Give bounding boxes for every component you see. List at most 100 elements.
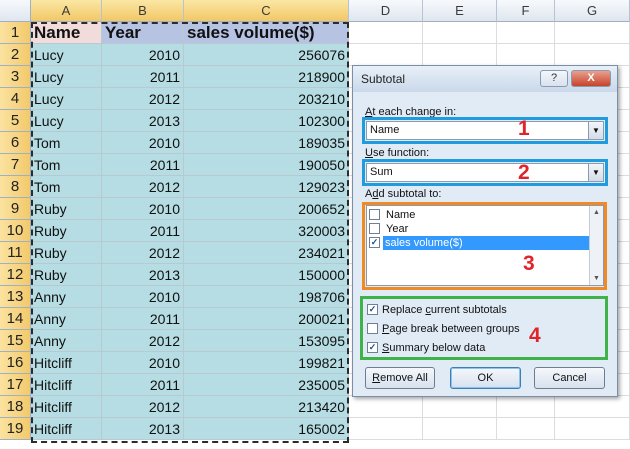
row-header[interactable]: 8 <box>0 176 31 198</box>
remove-all-button[interactable]: Remove All <box>365 367 435 389</box>
function-select[interactable]: Sum ▼ <box>366 163 604 182</box>
year-cell[interactable]: 2011 <box>102 374 184 396</box>
name-cell[interactable]: Lucy <box>31 110 102 132</box>
sales-cell[interactable]: 200652 <box>184 198 349 220</box>
sales-cell[interactable]: 150000 <box>184 264 349 286</box>
chevron-down-icon[interactable]: ▼ <box>588 164 603 181</box>
sales-cell[interactable]: 234021 <box>184 242 349 264</box>
checkbox[interactable] <box>369 223 380 234</box>
row-header[interactable]: 17 <box>0 374 31 396</box>
row-header[interactable]: 16 <box>0 352 31 374</box>
year-cell[interactable]: 2011 <box>102 154 184 176</box>
select-all-corner[interactable] <box>0 0 31 22</box>
year-cell[interactable]: 2013 <box>102 110 184 132</box>
sales-cell[interactable]: 213420 <box>184 396 349 418</box>
name-cell[interactable]: Lucy <box>31 66 102 88</box>
name-cell[interactable]: Anny <box>31 308 102 330</box>
empty-cell[interactable] <box>349 418 423 440</box>
year-cell[interactable]: 2010 <box>102 132 184 154</box>
checkbox-checked[interactable]: ✓ <box>369 237 380 248</box>
help-button[interactable]: ? <box>540 70 568 87</box>
column-header-b[interactable]: B <box>102 0 184 22</box>
empty-cell[interactable] <box>349 22 423 44</box>
name-cell[interactable]: Anny <box>31 330 102 352</box>
year-cell[interactable]: 2012 <box>102 176 184 198</box>
sales-cell[interactable]: 129023 <box>184 176 349 198</box>
list-scrollbar[interactable]: ▲ ▼ <box>589 206 603 285</box>
sales-cell[interactable]: 199821 <box>184 352 349 374</box>
empty-cell[interactable] <box>497 396 555 418</box>
name-cell[interactable]: Anny <box>31 286 102 308</box>
year-cell[interactable]: 2012 <box>102 396 184 418</box>
name-cell[interactable]: Hitcliff <box>31 374 102 396</box>
empty-cell[interactable] <box>349 44 423 66</box>
sales-cell[interactable]: 102300 <box>184 110 349 132</box>
header-cell-year[interactable]: Year <box>102 22 184 44</box>
year-cell[interactable]: 2013 <box>102 418 184 440</box>
name-cell[interactable]: Ruby <box>31 220 102 242</box>
year-cell[interactable]: 2010 <box>102 286 184 308</box>
checkbox[interactable] <box>367 323 378 334</box>
checkbox-checked[interactable]: ✓ <box>367 342 378 353</box>
row-header[interactable]: 9 <box>0 198 31 220</box>
scroll-down-icon[interactable]: ▼ <box>590 272 603 285</box>
row-header[interactable]: 7 <box>0 154 31 176</box>
sales-cell[interactable]: 190050 <box>184 154 349 176</box>
sales-cell[interactable]: 200021 <box>184 308 349 330</box>
row-header[interactable]: 19 <box>0 418 31 440</box>
sales-cell[interactable]: 320003 <box>184 220 349 242</box>
column-header-e[interactable]: E <box>423 0 497 22</box>
empty-cell[interactable] <box>423 396 497 418</box>
column-header-g[interactable]: G <box>555 0 630 22</box>
empty-cell[interactable] <box>497 418 555 440</box>
row-header[interactable]: 2 <box>0 44 31 66</box>
chevron-down-icon[interactable]: ▼ <box>588 122 603 139</box>
add-subtotal-list[interactable]: Name Year ✓ sales volume($) ▲ ▼ <box>366 205 604 286</box>
name-cell[interactable]: Lucy <box>31 88 102 110</box>
name-cell[interactable]: Ruby <box>31 198 102 220</box>
sales-cell[interactable]: 198706 <box>184 286 349 308</box>
name-cell[interactable]: Tom <box>31 176 102 198</box>
sales-cell[interactable]: 165002 <box>184 418 349 440</box>
year-cell[interactable]: 2012 <box>102 330 184 352</box>
year-cell[interactable]: 2013 <box>102 264 184 286</box>
change-field-select[interactable]: Name ▼ <box>366 121 604 140</box>
sales-cell[interactable]: 203210 <box>184 88 349 110</box>
row-header[interactable]: 6 <box>0 132 31 154</box>
row-header[interactable]: 5 <box>0 110 31 132</box>
year-cell[interactable]: 2010 <box>102 198 184 220</box>
column-header-c[interactable]: C <box>184 0 349 22</box>
row-header[interactable]: 11 <box>0 242 31 264</box>
row-header[interactable]: 15 <box>0 330 31 352</box>
scroll-up-icon[interactable]: ▲ <box>590 206 603 219</box>
empty-cell[interactable] <box>555 44 630 66</box>
empty-cell[interactable] <box>423 22 497 44</box>
checkbox-checked[interactable]: ✓ <box>367 304 378 315</box>
name-cell[interactable]: Tom <box>31 154 102 176</box>
sales-cell[interactable]: 235005 <box>184 374 349 396</box>
empty-cell[interactable] <box>555 418 630 440</box>
header-cell-name[interactable]: Name <box>31 22 102 44</box>
name-cell[interactable]: Tom <box>31 132 102 154</box>
header-cell-sales[interactable]: sales volume($) <box>184 22 349 44</box>
cancel-button[interactable]: Cancel <box>534 367 605 389</box>
sales-cell[interactable]: 153095 <box>184 330 349 352</box>
row-header[interactable]: 3 <box>0 66 31 88</box>
column-header-a[interactable]: A <box>31 0 102 22</box>
name-cell[interactable]: Ruby <box>31 264 102 286</box>
name-cell[interactable]: Lucy <box>31 44 102 66</box>
year-cell[interactable]: 2010 <box>102 44 184 66</box>
ok-button[interactable]: OK <box>450 367 521 389</box>
year-cell[interactable]: 2011 <box>102 308 184 330</box>
row-header[interactable]: 1 <box>0 22 31 44</box>
sales-cell[interactable]: 256076 <box>184 44 349 66</box>
column-header-f[interactable]: F <box>497 0 555 22</box>
empty-cell[interactable] <box>555 396 630 418</box>
year-cell[interactable]: 2011 <box>102 220 184 242</box>
empty-cell[interactable] <box>423 44 497 66</box>
empty-cell[interactable] <box>497 44 555 66</box>
close-button[interactable]: X <box>571 70 611 87</box>
row-header[interactable]: 4 <box>0 88 31 110</box>
sales-cell[interactable]: 189035 <box>184 132 349 154</box>
name-cell[interactable]: Hitcliff <box>31 396 102 418</box>
